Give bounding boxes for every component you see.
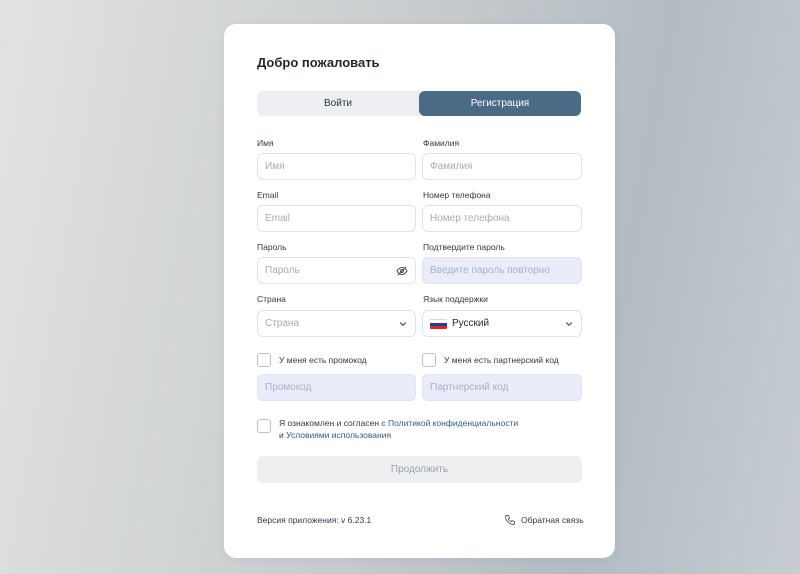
password-label: Пароль [257, 242, 287, 252]
tab-register[interactable]: Регистрация [419, 91, 581, 116]
agree-checkbox[interactable] [257, 419, 271, 433]
registration-card: Добро пожаловать Войти Регистрация Имя Ф… [224, 24, 615, 558]
country-label: Страна [257, 294, 286, 304]
phone-icon [505, 515, 515, 525]
country-select[interactable]: Страна [257, 310, 416, 337]
agree-text-before: Я ознакомлен и согласен с [279, 418, 386, 428]
promo-checkbox-label: У меня есть промокод [279, 355, 367, 365]
promo-input[interactable] [265, 382, 408, 393]
partner-field [422, 374, 582, 401]
phone-label: Номер телефона [423, 190, 491, 200]
russia-flag-icon [430, 318, 447, 329]
first-name-field [257, 153, 416, 180]
promo-checkbox[interactable] [257, 353, 271, 367]
password-confirm-label: Подтвердите пароль [423, 242, 505, 252]
app-version: Версия приложения: v 6.23.1 [257, 515, 372, 525]
password-field [257, 257, 416, 284]
last-name-field [422, 153, 582, 180]
chevron-down-icon [399, 321, 407, 326]
tab-login[interactable]: Войти [257, 91, 419, 116]
page-title: Добро пожаловать [257, 55, 380, 70]
last-name-label: Фамилия [423, 138, 460, 148]
language-select[interactable]: Русский [422, 310, 582, 337]
country-select-placeholder: Страна [265, 318, 300, 329]
email-label: Email [257, 190, 279, 200]
password-confirm-input[interactable] [430, 265, 574, 276]
partner-input[interactable] [430, 382, 574, 393]
agree-text: Я ознакомлен и согласен с Политикой конф… [279, 417, 569, 441]
phone-input[interactable] [430, 213, 574, 224]
language-label: Язык поддержки [423, 294, 488, 304]
password-confirm-field [422, 257, 582, 284]
partner-checkbox-label: У меня есть партнерский код [444, 355, 559, 365]
eye-off-icon[interactable] [396, 265, 408, 277]
password-input[interactable] [265, 265, 396, 276]
first-name-input[interactable] [265, 161, 408, 172]
email-field [257, 205, 416, 232]
chevron-down-icon [565, 321, 573, 326]
auth-tabs: Войти Регистрация [257, 91, 581, 116]
agree-text-mid: и [279, 430, 284, 440]
last-name-input[interactable] [430, 161, 574, 172]
terms-of-use-link[interactable]: Условиями использования [286, 430, 391, 440]
continue-button[interactable]: Продолжить [257, 456, 582, 483]
feedback-label: Обратная связь [521, 515, 584, 525]
phone-field [422, 205, 582, 232]
email-input[interactable] [265, 213, 408, 224]
feedback-link[interactable]: Обратная связь [504, 514, 584, 526]
language-select-value: Русский [452, 318, 490, 329]
privacy-policy-link[interactable]: Политикой конфиденциальности [388, 418, 518, 428]
promo-field [257, 374, 416, 401]
partner-checkbox[interactable] [422, 353, 436, 367]
first-name-label: Имя [257, 138, 274, 148]
